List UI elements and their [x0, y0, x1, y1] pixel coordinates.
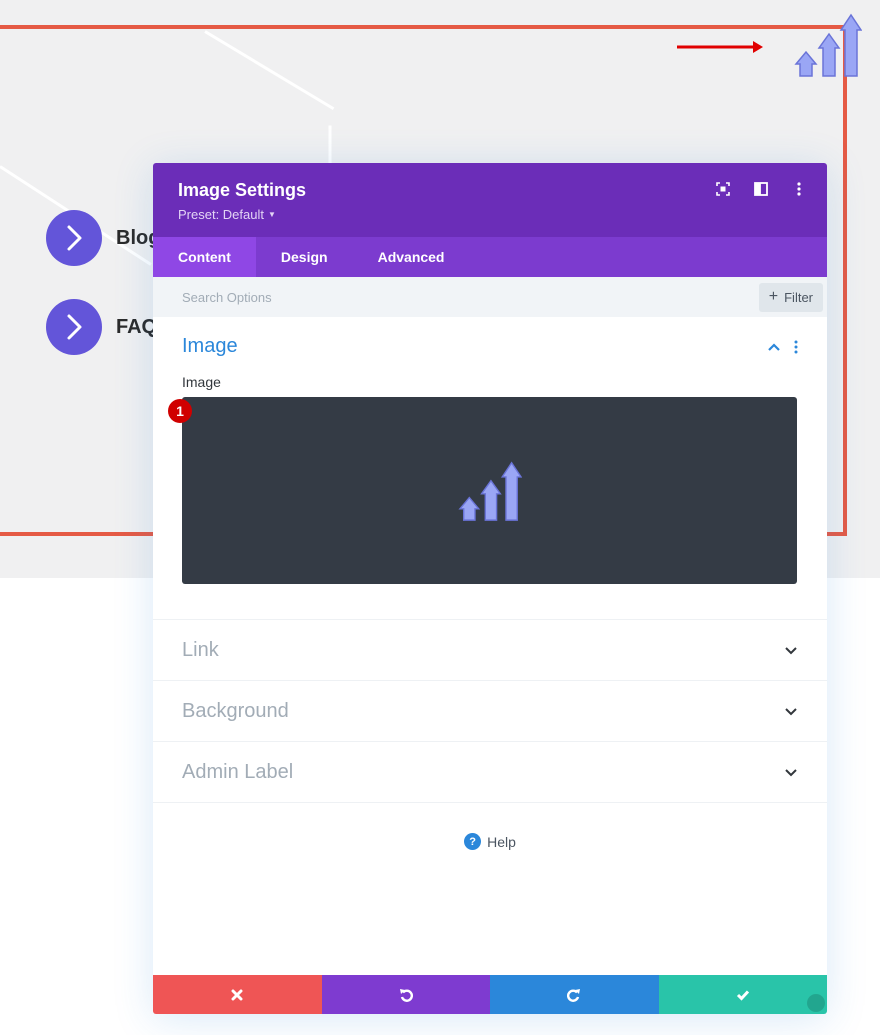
search-options-input[interactable] [182, 289, 582, 305]
redo-button[interactable] [490, 975, 659, 1014]
chevron-down-icon [785, 769, 797, 777]
plus-icon: + [768, 288, 779, 305]
growth-arrows-icon [457, 461, 522, 521]
section-background[interactable]: Background [153, 681, 827, 742]
split-view-icon[interactable] [753, 181, 769, 197]
undo-icon [399, 988, 413, 1002]
chevron-right-icon [46, 299, 102, 355]
section-image: Image Image [153, 317, 827, 620]
resize-handle[interactable] [807, 994, 825, 1012]
filter-label: Filter [784, 289, 813, 305]
image-field-label: Image [182, 374, 221, 390]
modal-footer [153, 975, 827, 1014]
section-title: Background [182, 699, 289, 722]
chevron-up-icon[interactable] [768, 342, 780, 351]
image-settings-modal: Image Settings Preset: Default ▼ Content… [153, 163, 827, 1014]
save-button[interactable] [658, 975, 827, 1014]
image-upload-preview[interactable] [182, 397, 797, 584]
discard-button[interactable] [153, 975, 322, 1014]
growth-arrows-icon [794, 13, 862, 77]
help-link[interactable]: ? Help [153, 833, 827, 850]
chevron-down-icon [785, 708, 797, 716]
preset-dropdown[interactable]: Preset: Default ▼ [178, 207, 827, 222]
step-badge: 1 [168, 399, 192, 423]
chevron-right-icon [46, 210, 102, 266]
section-admin-label[interactable]: Admin Label [153, 742, 827, 803]
tab-design[interactable]: Design [256, 237, 353, 277]
menu-item-faq[interactable]: FAQ [46, 299, 157, 355]
settings-tabs: Content Design Advanced [153, 237, 827, 277]
section-more-icon[interactable] [794, 340, 798, 354]
red-arrow-icon [677, 41, 763, 53]
close-icon [231, 989, 243, 1000]
redo-icon [567, 988, 581, 1002]
section-title: Link [182, 638, 219, 661]
tab-advanced[interactable]: Advanced [353, 237, 470, 277]
preset-label: Preset: Default [178, 207, 264, 222]
tab-content[interactable]: Content [153, 237, 256, 277]
help-label: Help [487, 833, 516, 850]
help-icon: ? [464, 833, 482, 850]
menu-item-blog[interactable]: Blog [46, 210, 160, 266]
search-bar: + Filter [153, 277, 827, 317]
chevron-down-icon [785, 647, 797, 655]
undo-button[interactable] [321, 975, 490, 1014]
section-title[interactable]: Image [182, 335, 238, 358]
menu-item-label: FAQ [116, 315, 158, 338]
more-options-icon[interactable] [791, 181, 807, 197]
section-title: Admin Label [182, 760, 294, 783]
filter-button[interactable]: + Filter [758, 282, 823, 312]
caret-down-icon: ▼ [268, 210, 276, 219]
checkmark-icon [736, 989, 749, 1001]
modal-header: Image Settings Preset: Default ▼ [153, 163, 827, 237]
focus-mode-icon[interactable] [715, 181, 731, 197]
section-link[interactable]: Link [153, 620, 827, 681]
